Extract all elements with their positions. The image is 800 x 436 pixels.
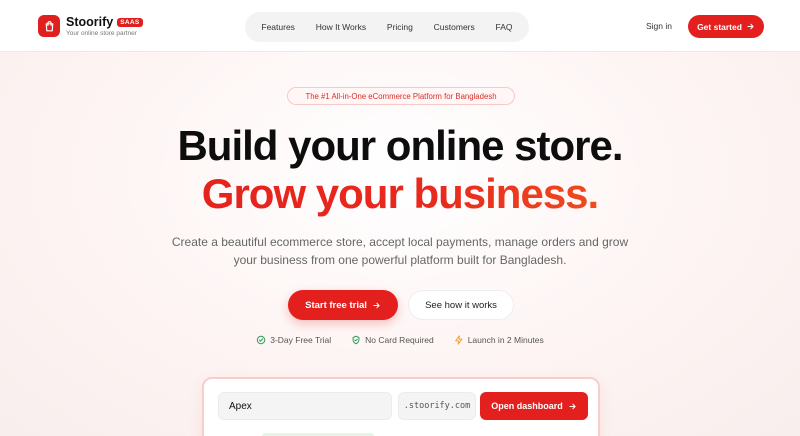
nav-pricing[interactable]: Pricing <box>387 22 413 32</box>
saas-badge: SAAS <box>117 17 143 27</box>
shopping-bag-icon <box>38 15 60 37</box>
perk-launch: Launch in 2 Minutes <box>454 335 544 345</box>
nav-features[interactable]: Features <box>261 22 295 32</box>
brand-tagline: Your online store partner <box>66 30 137 37</box>
perk-label: Launch in 2 Minutes <box>467 335 544 345</box>
top-navbar: Stoorify SAAS Your online store partner … <box>0 0 800 52</box>
open-dashboard-button[interactable]: Open dashboard <box>480 392 588 420</box>
open-dashboard-label: Open dashboard <box>491 401 563 411</box>
sign-in-link[interactable]: Sign in <box>646 21 672 31</box>
start-free-trial-button[interactable]: Start free trial <box>288 290 398 320</box>
hero-headline-line-1: Build your online store. <box>177 122 623 169</box>
get-started-label: Get started <box>697 21 742 32</box>
get-started-button[interactable]: Get started <box>688 15 764 38</box>
perk-free-trial: 3-Day Free Trial <box>256 335 331 345</box>
main-nav: Features How It Works Pricing Customers … <box>245 12 529 42</box>
start-free-trial-label: Start free trial <box>305 299 367 311</box>
nav-faq[interactable]: FAQ <box>496 22 513 32</box>
arrow-right-icon <box>373 302 380 308</box>
domain-suffix: .stoorify.com <box>398 392 476 420</box>
perk-label: No Card Required <box>365 335 434 345</box>
brand-logo[interactable]: Stoorify SAAS Your online store partner <box>38 15 143 37</box>
perks-row: 3-Day Free Trial No Card Required Launch… <box>0 335 800 345</box>
nav-how-it-works[interactable]: How It Works <box>316 22 366 32</box>
lightning-bolt-icon <box>454 335 463 345</box>
nav-customers[interactable]: Customers <box>434 22 475 32</box>
perk-label: 3-Day Free Trial <box>270 335 332 345</box>
store-name-input[interactable] <box>218 392 392 420</box>
shield-check-icon <box>352 335 360 345</box>
arrow-right-icon <box>747 23 754 30</box>
brand-name: Stoorify <box>66 15 114 29</box>
check-circle-icon <box>256 335 266 345</box>
hero-subtitle: Create a beautiful ecommerce store, acce… <box>171 235 629 267</box>
promo-badge: The #1 All-in-One eCommerce Platform for… <box>287 87 515 105</box>
perk-no-card: No Card Required <box>351 335 434 345</box>
store-signup-card: .stoorify.com Open dashboard <box>202 377 600 436</box>
hero-headline-line-2: Grow your business. <box>0 170 800 218</box>
arrow-right-icon <box>569 403 576 409</box>
see-how-it-works-button[interactable]: See how it works <box>408 290 514 320</box>
